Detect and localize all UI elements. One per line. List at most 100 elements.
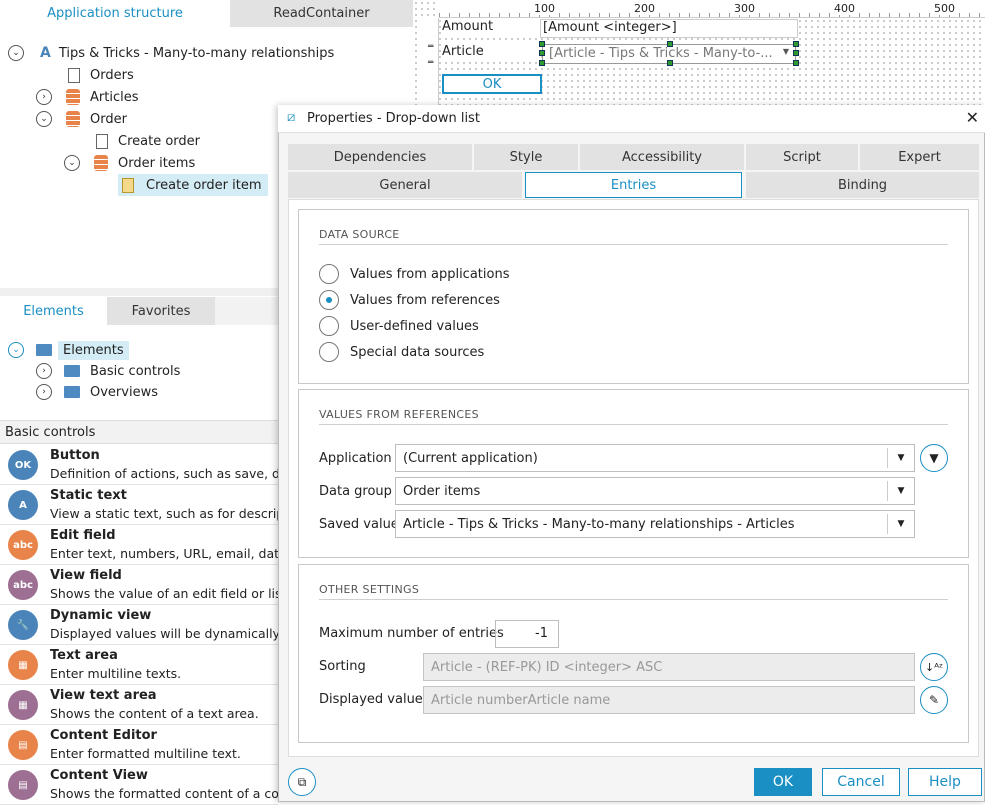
chevron-down-icon[interactable]: ▼ <box>887 481 914 501</box>
window-icon: ⧉ <box>297 774 307 789</box>
other-settings-section: OTHER SETTINGS Maximum number of entries… <box>298 564 969 743</box>
saved-value-select[interactable]: Article - Tips & Tricks - Many-to-many r… <box>395 510 915 538</box>
tab-dependencies[interactable]: Dependencies <box>288 144 472 170</box>
tab-script[interactable]: Script <box>746 144 858 170</box>
pencil-icon: ✎ <box>928 693 940 707</box>
selection-handle[interactable] <box>539 41 545 47</box>
ok-button[interactable]: OK <box>754 768 812 796</box>
collapse-icon[interactable]: ⌄ <box>8 45 24 61</box>
data-group-label: Data group <box>319 484 392 499</box>
data-group-icon <box>66 111 80 127</box>
selection-handle[interactable] <box>793 50 799 56</box>
selection-handle[interactable] <box>793 41 799 47</box>
ruler-label: 500 <box>934 2 955 15</box>
tree-label: Elements <box>58 340 129 360</box>
control-item[interactable]: abc Edit field Enter text, numbers, URL, e… <box>0 525 291 565</box>
help-button[interactable]: Help <box>908 768 982 796</box>
data-group-select[interactable]: Order items ▼ <box>395 477 915 505</box>
tree-item-create-order-item[interactable]: Create order item <box>118 174 268 196</box>
collapse-icon[interactable]: ⌄ <box>8 342 24 358</box>
tab-favorites[interactable]: Favorites <box>107 297 215 325</box>
tab-style[interactable]: Style <box>474 144 578 170</box>
tree-label: Overviews <box>90 384 158 400</box>
expand-icon[interactable]: › <box>36 89 52 105</box>
tree-label: Create order item <box>146 177 262 193</box>
selection-handle[interactable] <box>667 41 673 47</box>
folder-icon <box>64 386 80 398</box>
radio-button[interactable] <box>319 316 339 336</box>
control-item[interactable]: A Static text View a static text, such as … <box>0 485 300 525</box>
control-name: View field <box>50 568 122 583</box>
expand-icon[interactable]: › <box>36 384 52 400</box>
tree-item-root[interactable]: ⌄ A Tips & Tricks - Many-to-many relatio… <box>8 42 334 64</box>
control-item[interactable]: OK Button Definition of actions, such as s… <box>0 445 299 485</box>
cancel-button[interactable]: Cancel <box>822 768 900 796</box>
collapse-icon[interactable]: ⌄ <box>36 111 52 127</box>
tab-accessibility[interactable]: Accessibility <box>580 144 744 170</box>
page-icon <box>96 133 108 149</box>
tree-item-orders[interactable]: Orders <box>68 64 134 86</box>
displayed-values-field: Article numberArticle name <box>423 686 915 714</box>
tab-binding[interactable]: Binding <box>746 172 979 198</box>
filter-button[interactable]: ▼ <box>920 444 948 472</box>
control-item[interactable]: 🔧 Dynamic view Displayed values will be dy… <box>0 605 300 645</box>
expand-icon[interactable]: › <box>36 363 52 379</box>
tree-label: Articles <box>90 89 139 105</box>
selection-handle[interactable] <box>793 60 799 66</box>
radio-button[interactable] <box>319 342 339 362</box>
control-item[interactable]: ▤ Content Editor Enter formatted multiline… <box>0 725 278 765</box>
amount-field[interactable]: [Amount <integer>] <box>540 19 798 38</box>
edit-button[interactable]: ✎ <box>920 686 948 714</box>
close-icon[interactable]: ✕ <box>966 108 979 127</box>
sort-button[interactable]: ↓ᴬᶻ <box>920 653 948 681</box>
radio-button[interactable] <box>319 264 339 284</box>
data-source-option[interactable]: User-defined values <box>319 316 479 336</box>
layout-button[interactable]: ⧉ <box>288 768 316 796</box>
control-item[interactable]: abc View field Shows the value of an edit … <box>0 565 294 605</box>
tab-general[interactable]: General <box>288 172 522 198</box>
element-tree-root[interactable]: ⌄ Elements <box>8 339 129 361</box>
chevron-down-icon[interactable]: ▼ <box>887 514 914 534</box>
control-description: Shows the content of a text area. <box>50 706 259 721</box>
sort-icon: ↓ᴬᶻ <box>925 660 943 674</box>
tab-entries[interactable]: Entries <box>525 172 742 198</box>
ok-button-preview[interactable]: OK <box>442 74 542 94</box>
dialog-title: Properties - Drop-down list <box>307 111 480 126</box>
tree-item-order-items[interactable]: ⌄ Order items <box>64 152 195 174</box>
control-item[interactable]: ▦ View text area Shows the content of a te… <box>0 685 278 725</box>
tree-label: Orders <box>90 67 134 83</box>
tree-label: Create order <box>118 133 200 149</box>
data-source-option[interactable]: Special data sources <box>319 342 484 362</box>
tree-item-create-order[interactable]: Create order <box>96 130 200 152</box>
max-entries-label: Maximum number of entries <box>319 626 504 641</box>
collapse-icon[interactable]: ⌄ <box>64 155 80 171</box>
selection-handle[interactable] <box>667 60 673 66</box>
tree-item-order[interactable]: ⌄ Order <box>36 108 127 130</box>
max-entries-input[interactable]: -1 <box>495 620 559 648</box>
selection-handle[interactable] <box>539 50 545 56</box>
control-name: Edit field <box>50 528 116 543</box>
element-tree-basic-controls[interactable]: › Basic controls <box>36 360 180 382</box>
control-item[interactable]: ▤ Content View Shows the formatted content… <box>0 765 292 805</box>
radio-button[interactable] <box>319 290 339 310</box>
tab-expert[interactable]: Expert <box>860 144 979 170</box>
control-item[interactable]: ▦ Text area Enter multiline texts. <box>0 645 278 685</box>
article-label[interactable]: Article <box>442 44 540 62</box>
chevron-down-icon[interactable]: ▼ <box>887 448 914 468</box>
element-tree-overviews[interactable]: › Overviews <box>36 381 158 403</box>
tree-item-articles[interactable]: › Articles <box>36 86 138 108</box>
ruler-mark: ═ <box>428 58 434 68</box>
amount-label[interactable]: Amount <box>442 19 540 37</box>
tab-read-container[interactable]: ReadContainer <box>230 0 413 27</box>
dialog-titlebar[interactable]: ⧄ Properties - Drop-down list ✕ <box>278 105 985 133</box>
tab-application-structure[interactable]: Application structure <box>0 0 230 27</box>
selection-handle[interactable] <box>539 60 545 66</box>
data-source-option[interactable]: Values from references <box>319 290 500 310</box>
application-select[interactable]: (Current application) ▼ <box>395 444 915 472</box>
control-name: Static text <box>50 488 127 503</box>
data-group-icon <box>66 89 80 105</box>
data-source-option[interactable]: Values from applications <box>319 264 509 284</box>
control-icon: 🔧 <box>8 610 38 640</box>
tab-elements[interactable]: Elements <box>0 297 107 325</box>
sorting-field: Article - (REF-PK) ID <integer> ASC <box>423 653 915 681</box>
